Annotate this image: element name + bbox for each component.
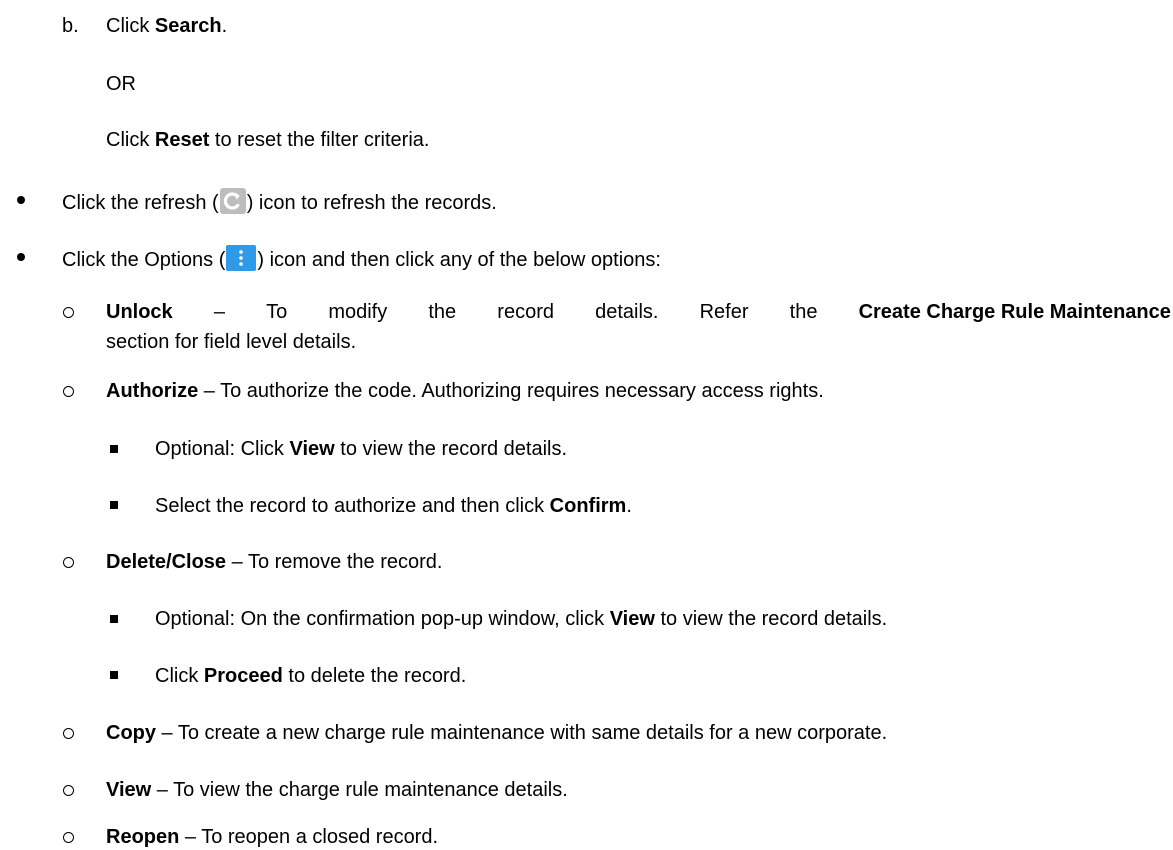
step-b-prefix: Click [106, 15, 155, 37]
bullet-delete-close [63, 557, 74, 568]
unlock-line-2: section for field level details. [106, 331, 357, 353]
options-icon [226, 245, 257, 271]
bullet-delete-sub1 [110, 615, 118, 623]
unlock-reference-section: Create Charge Rule Maintenance [858, 301, 1171, 323]
options-suffix: ) icon and then click any of the below o… [257, 249, 661, 271]
authorize-desc: – To authorize the code. Authorizing req… [198, 380, 824, 402]
search-action-label: Search [154, 15, 222, 37]
delete-close-desc: – To remove the record. [226, 551, 443, 573]
unlock-word: To [266, 301, 288, 323]
unlock-word: record [497, 301, 554, 323]
delete-sub1: Optional: On the confirmation pop-up win… [155, 607, 887, 631]
unlock-line-1: Unlock – To modify the record details. R… [106, 300, 1171, 324]
reopen-line: Reopen – To reopen a closed record. [106, 825, 438, 849]
bullet-copy [63, 728, 74, 739]
authorize-sub2-prefix: Select the record to authorize and then … [155, 495, 550, 517]
authorize-label: Authorize [106, 380, 199, 402]
reset-prefix: Click [106, 129, 155, 151]
bullet-delete-sub2 [110, 671, 118, 679]
bullet-view [63, 785, 74, 796]
delete-close-label: Delete/Close [106, 551, 227, 573]
reset-action-label: Reset [154, 129, 210, 151]
reset-line: Click Reset to reset the filter criteria… [106, 128, 429, 152]
authorize-line: Authorize – To authorize the code. Autho… [106, 379, 824, 403]
delete-sub2-prefix: Click [155, 665, 204, 687]
delete-sub2: Click Proceed to delete the record. [155, 664, 466, 688]
bullet-authorize-sub1 [110, 445, 118, 453]
authorize-sub1: Optional: Click View to view the record … [155, 437, 567, 461]
unlock-word: the [428, 301, 457, 323]
reset-suffix: to reset the filter criteria. [209, 129, 430, 151]
confirm-action-label: Confirm [549, 495, 627, 517]
view-label: View [106, 779, 152, 801]
authorize-sub2-suffix: . [626, 495, 632, 517]
refresh-line: Click the refresh ( ) icon to refresh the… [62, 188, 497, 215]
bullet-refresh [17, 196, 25, 204]
delete-sub2-suffix: to delete the record. [282, 665, 467, 687]
unlock-word: modify [328, 301, 388, 323]
unlock-word: – [213, 301, 225, 323]
view-action-label: View [609, 608, 655, 630]
copy-desc: – To create a new charge rule maintenanc… [156, 722, 888, 744]
step-b-text: Click Search. [106, 14, 227, 38]
proceed-action-label: Proceed [203, 665, 283, 687]
step-b-marker: b. [62, 15, 79, 37]
view-desc: – To view the charge rule maintenance de… [151, 779, 568, 801]
bullet-authorize [63, 386, 74, 397]
delete-close-line: Delete/Close – To remove the record. [106, 550, 442, 574]
or-text: OR [106, 73, 136, 95]
unlock-label: Unlock [106, 301, 173, 323]
reopen-desc: – To reopen a closed record. [179, 826, 439, 848]
bullet-options [17, 253, 25, 261]
options-prefix: Click the Options ( [62, 249, 226, 271]
authorize-sub1-suffix: to view the record details. [334, 438, 568, 460]
view-line: View – To view the charge rule maintenan… [106, 778, 568, 802]
refresh-icon [219, 188, 246, 214]
delete-sub1-prefix: Optional: On the confirmation pop-up win… [155, 608, 610, 630]
unlock-word: Refer [699, 301, 749, 323]
options-line: Click the Options ( ) icon and then click… [62, 245, 661, 272]
authorize-sub1-prefix: Optional: Click [155, 438, 290, 460]
bullet-reopen [63, 832, 74, 843]
refresh-prefix: Click the refresh ( [62, 192, 219, 214]
bullet-unlock [63, 307, 74, 318]
reopen-label: Reopen [106, 826, 180, 848]
delete-sub1-suffix: to view the record details. [654, 608, 888, 630]
bullet-authorize-sub2 [110, 501, 118, 509]
authorize-sub2: Select the record to authorize and then … [155, 494, 632, 518]
unlock-word: details. [595, 301, 659, 323]
copy-line: Copy – To create a new charge rule maint… [106, 721, 887, 745]
view-action-label: View [289, 438, 335, 460]
unlock-word: the [789, 301, 818, 323]
copy-label: Copy [106, 722, 156, 744]
refresh-suffix: ) icon to refresh the records. [246, 192, 497, 214]
step-b-suffix: . [221, 15, 228, 37]
